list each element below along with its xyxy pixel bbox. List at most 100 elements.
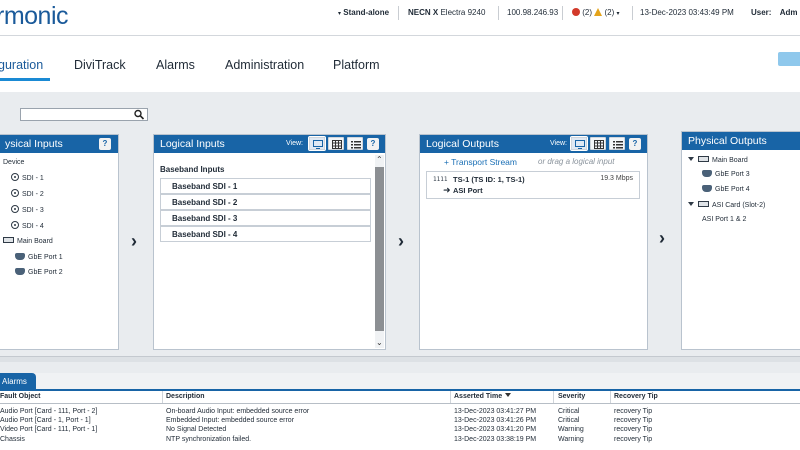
- table-cell: NTP synchronization failed.: [166, 436, 252, 443]
- column-recovery-tip[interactable]: Recovery Tip: [614, 391, 800, 403]
- monitor-view-button[interactable]: [570, 136, 588, 151]
- physical-outputs-title: Physical Outputs: [682, 132, 800, 150]
- expander-icon[interactable]: [688, 157, 694, 161]
- table-cell: 13-Dec-2023 03:41:27 PM: [454, 408, 537, 415]
- monitor-view-button[interactable]: [308, 136, 326, 151]
- table-cell: 13-Dec-2023 03:41:26 PM: [454, 417, 537, 424]
- user-info[interactable]: User: Adm: [751, 8, 797, 17]
- table-cell: On-board Audio Input: embedded source er…: [166, 408, 310, 415]
- asi-arrow-icon: ➜: [443, 185, 451, 195]
- tab-administration[interactable]: Administration: [225, 58, 304, 72]
- add-transport-stream-link[interactable]: + Transport Stream: [444, 157, 517, 167]
- recovery-tip-link[interactable]: recovery Tip: [614, 417, 652, 424]
- tab-alarms-panel[interactable]: Alarms: [0, 373, 36, 389]
- chevron-right-icon[interactable]: ›: [131, 231, 137, 252]
- user-name: Adm: [779, 8, 798, 17]
- tab-divitrack[interactable]: DiviTrack: [74, 58, 126, 72]
- asi-port-label: ASI Port: [453, 186, 483, 195]
- grid-view-button[interactable]: [328, 137, 344, 150]
- table-cell: Warning: [558, 426, 584, 433]
- monitor-icon: [575, 140, 585, 149]
- recovery-tip-link[interactable]: recovery Tip: [614, 426, 652, 433]
- filter-box: [20, 108, 148, 121]
- list-item-baseband-sdi-1[interactable]: Baseband SDI - 1: [160, 178, 371, 194]
- vertical-scrollbar[interactable]: ⌃ ⌄: [375, 155, 384, 348]
- tree-item-sdi-2[interactable]: SDI - 2: [11, 189, 44, 198]
- list-icon: [351, 141, 361, 149]
- gbe-port-icon: [702, 170, 712, 177]
- card-icon: [698, 201, 709, 207]
- list-view-button[interactable]: [347, 137, 363, 150]
- sdi-port-icon: [11, 189, 19, 197]
- search-icon[interactable]: [133, 109, 145, 120]
- mode-label: Stand-alone: [343, 8, 390, 17]
- filter-input[interactable]: [21, 109, 131, 120]
- tab-alarms[interactable]: Alarms: [156, 58, 195, 72]
- tree-item-main-board[interactable]: Main Board: [688, 156, 748, 164]
- scroll-down-icon[interactable]: ⌄: [376, 339, 383, 347]
- table-cell: 13-Dec-2023 03:41:20 PM: [454, 426, 537, 433]
- tree-item-gbe-port-1[interactable]: GbE Port 1: [15, 253, 63, 261]
- mode-selector[interactable]: ▾ Stand-alone: [338, 8, 389, 17]
- grid-view-button[interactable]: [590, 137, 606, 150]
- card-icon: [3, 237, 14, 243]
- tree-item-gbe-port-4[interactable]: GbE Port 4: [702, 185, 750, 193]
- expander-icon[interactable]: [688, 202, 694, 206]
- warning-alarm-icon: [594, 8, 603, 16]
- dropdown-icon: ▾: [616, 11, 620, 17]
- sdi-port-icon: [11, 205, 19, 213]
- sort-desc-icon: [505, 393, 512, 397]
- scrollbar-thumb[interactable]: [375, 167, 384, 331]
- chevron-right-icon[interactable]: ›: [659, 228, 665, 249]
- recovery-tip-link[interactable]: recovery Tip: [614, 408, 652, 415]
- tree-item-asi-ports[interactable]: ASI Port 1 & 2: [702, 216, 746, 223]
- table-cell: Video Port [Card - 111, Port - 1]: [0, 426, 98, 433]
- tab-configuration[interactable]: guration: [0, 58, 43, 72]
- device-model: NECN X: [408, 8, 439, 17]
- column-description[interactable]: Description: [166, 391, 451, 403]
- transport-stream-rate: 19.3 Mbps: [600, 175, 633, 182]
- tree-item-gbe-port-3[interactable]: GbE Port 3: [702, 170, 750, 178]
- transport-stream-item[interactable]: 1111 TS-1 (TS ID: 1, TS-1) 19.3 Mbps ➜ A…: [426, 171, 640, 199]
- device-label: Device: [3, 159, 25, 166]
- user-label: User:: [751, 8, 772, 17]
- table-cell: Audio Port [Card - 1, Port - 1]: [0, 417, 91, 424]
- gbe-port-icon: [702, 185, 712, 192]
- column-asserted-time[interactable]: Asserted Time: [454, 391, 554, 403]
- tree-item-sdi-1[interactable]: SDI - 1: [11, 173, 44, 182]
- grid-icon: [594, 140, 604, 149]
- group-label: Baseband Inputs: [160, 165, 225, 174]
- list-item-baseband-sdi-4[interactable]: Baseband SDI - 4: [160, 226, 371, 242]
- monitor-icon: [313, 140, 323, 149]
- device-name: Electra 9240: [440, 8, 486, 17]
- list-view-button[interactable]: [609, 137, 625, 150]
- table-cell: 13-Dec-2023 03:38:19 PM: [454, 436, 537, 443]
- tree-item-main-board[interactable]: Main Board: [3, 237, 53, 245]
- alarm-summary[interactable]: (2) (2) ▾: [572, 8, 620, 17]
- panel-splitter[interactable]: [0, 356, 800, 362]
- top-bar: rmonic ▾ Stand-alone NECN X Electra 9240…: [0, 0, 800, 36]
- list-item-baseband-sdi-3[interactable]: Baseband SDI - 3: [160, 210, 371, 226]
- physical-inputs-panel: ysical Inputs ? Device SDI - 1 SDI - 2 S…: [0, 134, 119, 350]
- action-button[interactable]: [778, 52, 800, 66]
- column-fault-object[interactable]: Fault Object: [0, 391, 163, 403]
- recovery-tip-link[interactable]: recovery Tip: [614, 436, 652, 443]
- list-item-baseband-sdi-2[interactable]: Baseband SDI - 2: [160, 194, 371, 210]
- gbe-port-icon: [15, 253, 25, 260]
- tree-item-sdi-3[interactable]: SDI - 3: [11, 205, 44, 214]
- tree-item-gbe-port-2[interactable]: GbE Port 2: [15, 268, 63, 276]
- grid-icon: [332, 140, 342, 149]
- tree-item-asi-card[interactable]: ASI Card (Slot-2): [688, 201, 765, 209]
- chevron-right-icon[interactable]: ›: [398, 231, 404, 252]
- tree-item-sdi-4[interactable]: SDI - 4: [11, 221, 44, 230]
- device-info: NECN X Electra 9240: [408, 8, 485, 17]
- help-icon[interactable]: ?: [629, 138, 641, 150]
- help-icon[interactable]: ?: [99, 138, 111, 150]
- view-label: View:: [550, 140, 567, 147]
- scroll-up-icon[interactable]: ⌃: [376, 156, 383, 164]
- tab-platform[interactable]: Platform: [333, 58, 380, 72]
- transport-stream-icon: 1111: [433, 176, 448, 183]
- alarm-tab-bar: Alarms: [0, 373, 800, 391]
- column-severity[interactable]: Severity: [558, 391, 611, 403]
- help-icon[interactable]: ?: [367, 138, 379, 150]
